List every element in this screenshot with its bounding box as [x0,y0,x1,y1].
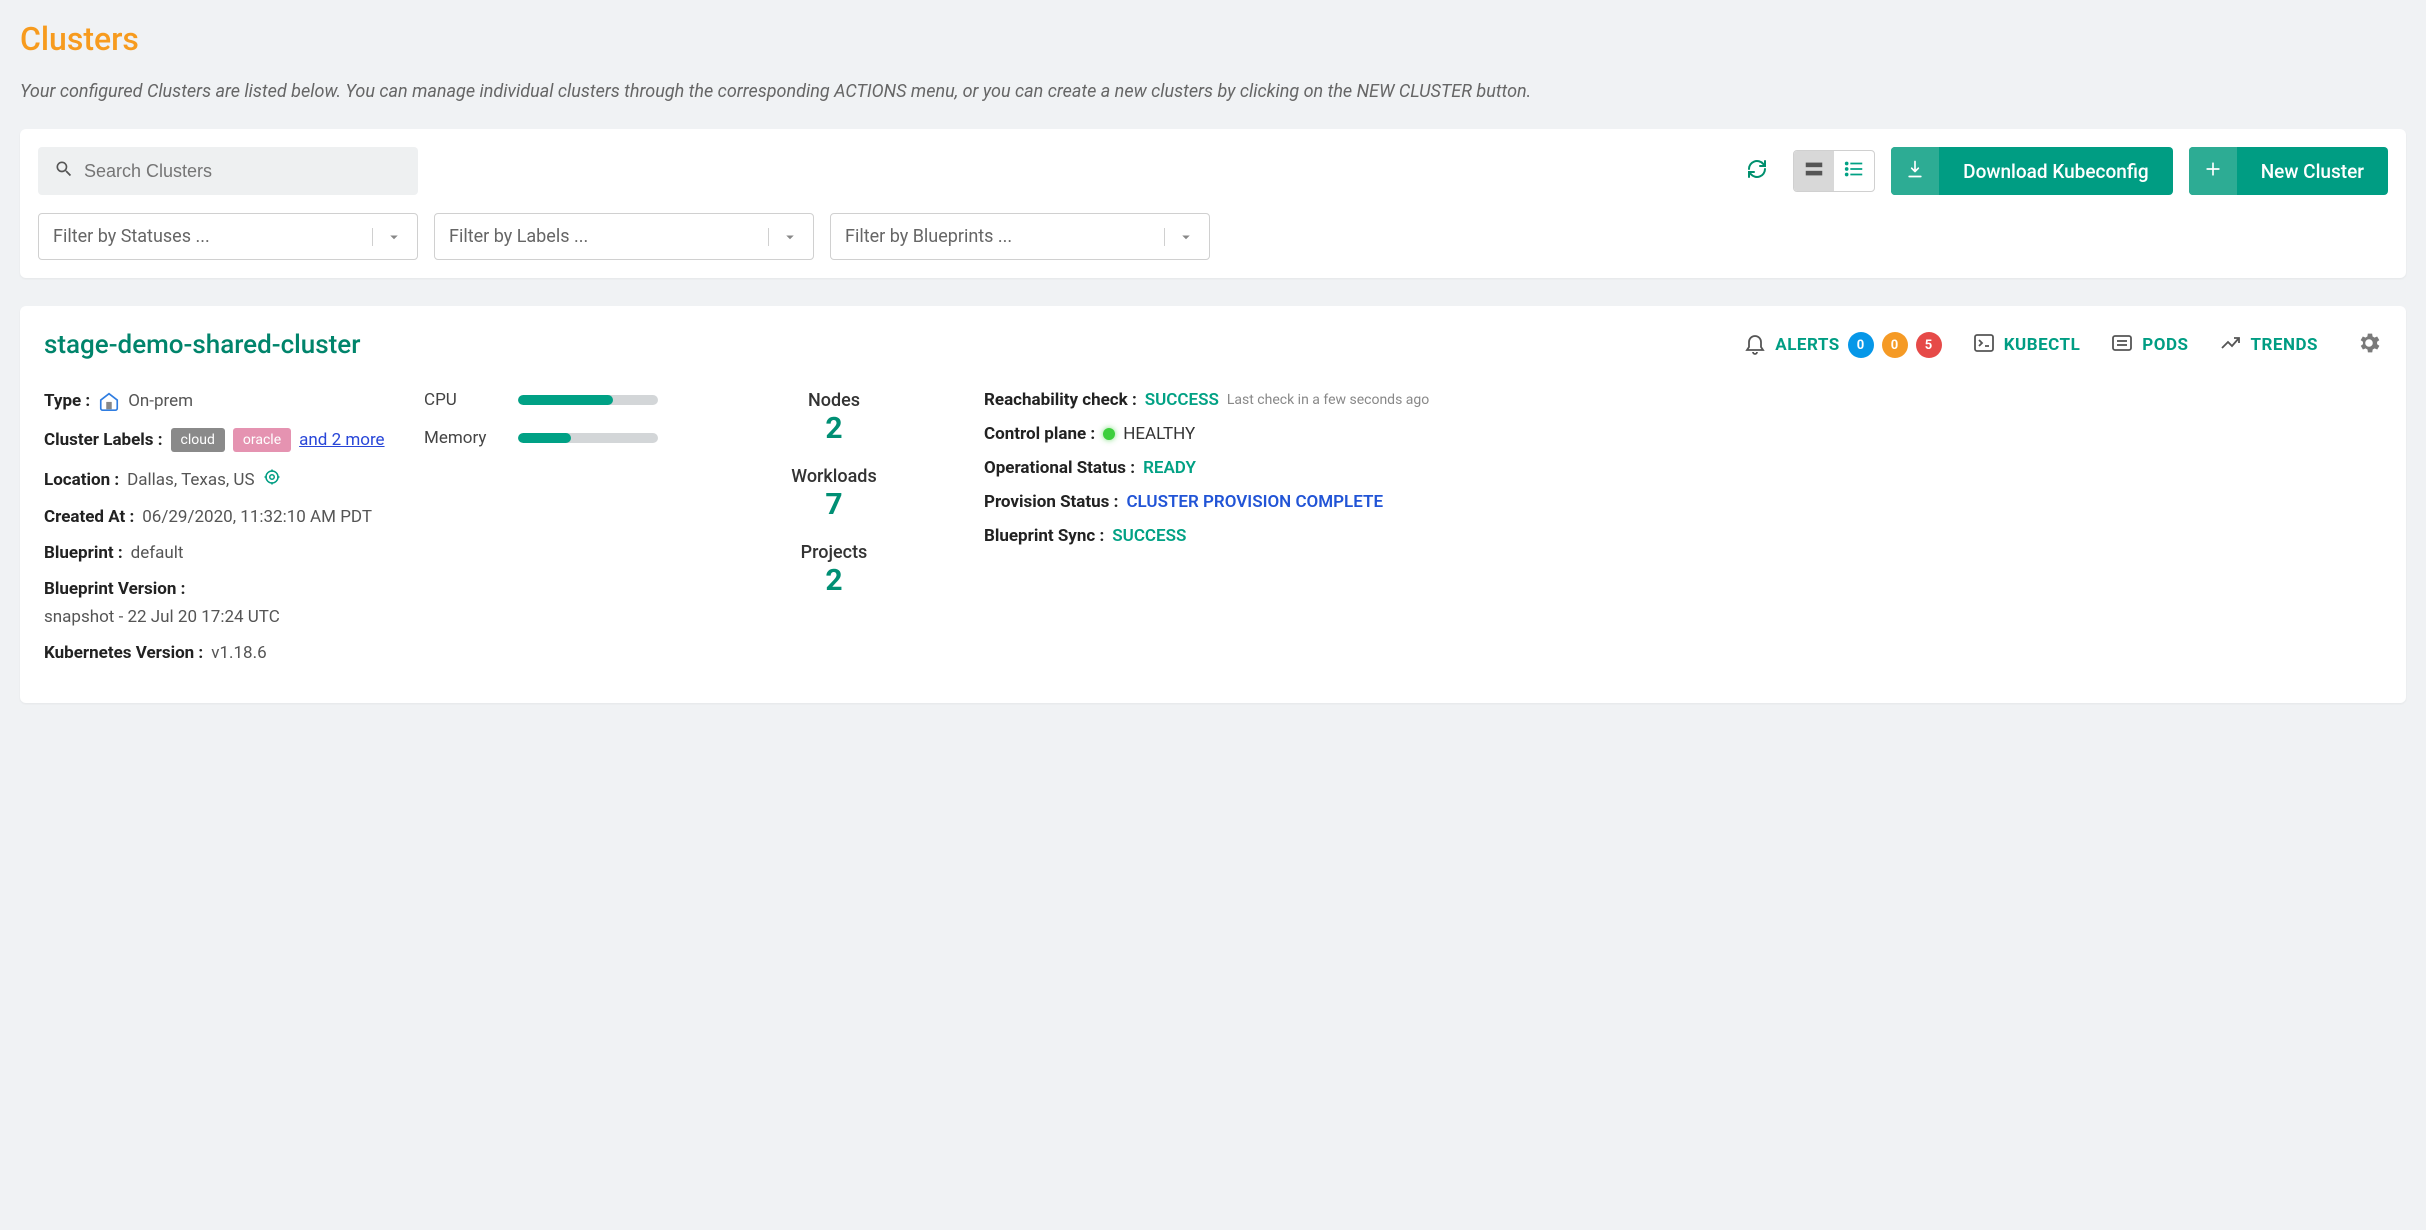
label-tag-cloud: cloud [171,428,225,452]
projects-value: 2 [704,563,964,598]
location-value: Dallas, Texas, US [127,470,254,490]
download-icon [1905,159,1925,183]
sync-value: SUCCESS [1112,526,1186,546]
search-input[interactable] [84,161,402,182]
chevron-down-icon [768,228,799,246]
settings-button[interactable] [2356,330,2382,360]
kubectl-link[interactable]: KUBECTL [1972,331,2081,360]
list-icon [1843,158,1865,184]
toolbar-card: Download Kubeconfig New Cluster Filter b… [20,129,2406,278]
filter-blueprints-label: Filter by Blueprints ... [845,226,1012,247]
memory-label: Memory [424,428,494,448]
download-kubeconfig-button[interactable]: Download Kubeconfig [1891,147,2173,195]
status-dot-icon [1103,428,1115,440]
bpver-key: Blueprint Version : [44,579,185,599]
trends-link[interactable]: TRENDS [2219,331,2319,360]
filter-labels-select[interactable]: Filter by Labels ... [434,213,814,260]
blueprint-value: default [131,543,184,563]
label-tag-oracle: oracle [233,428,291,452]
pods-link[interactable]: PODS [2110,331,2188,360]
filter-labels-label: Filter by Labels ... [449,226,588,247]
filter-status-label: Filter by Statuses ... [53,226,210,247]
page-description: Your configured Clusters are listed belo… [20,78,2406,105]
location-icon [263,468,281,491]
created-key: Created At : [44,507,134,527]
created-value: 06/29/2020, 11:32:10 AM PDT [142,507,372,527]
more-labels-link[interactable]: and 2 more [299,430,384,450]
search-icon [54,159,84,183]
rows-icon [1803,158,1825,184]
view-toggle [1793,150,1875,192]
reach-value: SUCCESS [1145,390,1219,410]
search-input-wrapper[interactable] [38,147,418,195]
onprem-icon [98,390,120,412]
k8s-value: v1.18.6 [211,643,266,663]
chevron-down-icon [372,228,403,246]
resource-column: CPU Memory [424,390,684,679]
cluster-card: stage-demo-shared-cluster ALERTS 0 0 5 K… [20,306,2406,703]
bpver-value: snapshot - 22 Jul 20 17:24 UTC [44,607,280,627]
projects-key: Projects [704,542,964,563]
op-key: Operational Status : [984,458,1135,478]
workloads-key: Workloads [704,466,964,487]
refresh-icon [1745,157,1769,185]
plus-icon [2203,159,2223,183]
new-cluster-button[interactable]: New Cluster [2189,147,2388,195]
prov-key: Provision Status : [984,492,1118,512]
alert-badge-crit: 5 [1916,332,1942,358]
labels-key: Cluster Labels : [44,430,163,450]
counts-column: Nodes 2 Workloads 7 Projects 2 [704,390,964,679]
status-column: Reachability check : SUCCESS Last check … [984,390,2382,679]
nodes-value: 2 [704,411,964,446]
download-kubeconfig-label: Download Kubeconfig [1939,160,2173,183]
new-cluster-label: New Cluster [2237,160,2388,183]
refresh-button[interactable] [1737,151,1777,191]
pods-icon [2110,331,2134,360]
sync-key: Blueprint Sync : [984,526,1104,546]
alerts-link[interactable]: ALERTS 0 0 5 [1743,331,1941,360]
memory-bar [518,433,658,443]
cpu-label: CPU [424,390,494,410]
location-key: Location : [44,470,119,490]
filter-blueprints-select[interactable]: Filter by Blueprints ... [830,213,1210,260]
cp-value: HEALTHY [1123,424,1195,444]
view-card-button[interactable] [1794,151,1834,191]
gear-icon [2356,341,2382,360]
k8s-key: Kubernetes Version : [44,643,203,663]
pods-label: PODS [2142,335,2188,355]
bell-icon [1743,331,1767,360]
alert-badge-info: 0 [1848,332,1874,358]
terminal-icon [1972,331,1996,360]
cp-key: Control plane : [984,424,1095,444]
filter-status-select[interactable]: Filter by Statuses ... [38,213,418,260]
page-title: Clusters [20,20,2406,58]
chevron-down-icon [1164,228,1195,246]
op-value: READY [1143,458,1196,478]
prov-value: CLUSTER PROVISION COMPLETE [1126,492,1383,512]
meta-column: Type : On-prem Cluster Labels : cloud or… [44,390,404,679]
alerts-label: ALERTS [1775,335,1839,355]
cpu-bar [518,395,658,405]
alert-badge-warn: 0 [1882,332,1908,358]
cluster-name-link[interactable]: stage-demo-shared-cluster [44,330,360,360]
workloads-value: 7 [704,487,964,522]
reach-key: Reachability check : [984,390,1137,410]
type-key: Type : [44,391,90,411]
view-list-button[interactable] [1834,151,1874,191]
trends-icon [2219,331,2243,360]
reach-note: Last check in a few seconds ago [1227,392,1429,408]
nodes-key: Nodes [704,390,964,411]
trends-label: TRENDS [2251,335,2319,355]
kubectl-label: KUBECTL [2004,335,2081,355]
type-value: On-prem [128,391,193,411]
blueprint-key: Blueprint : [44,543,123,563]
